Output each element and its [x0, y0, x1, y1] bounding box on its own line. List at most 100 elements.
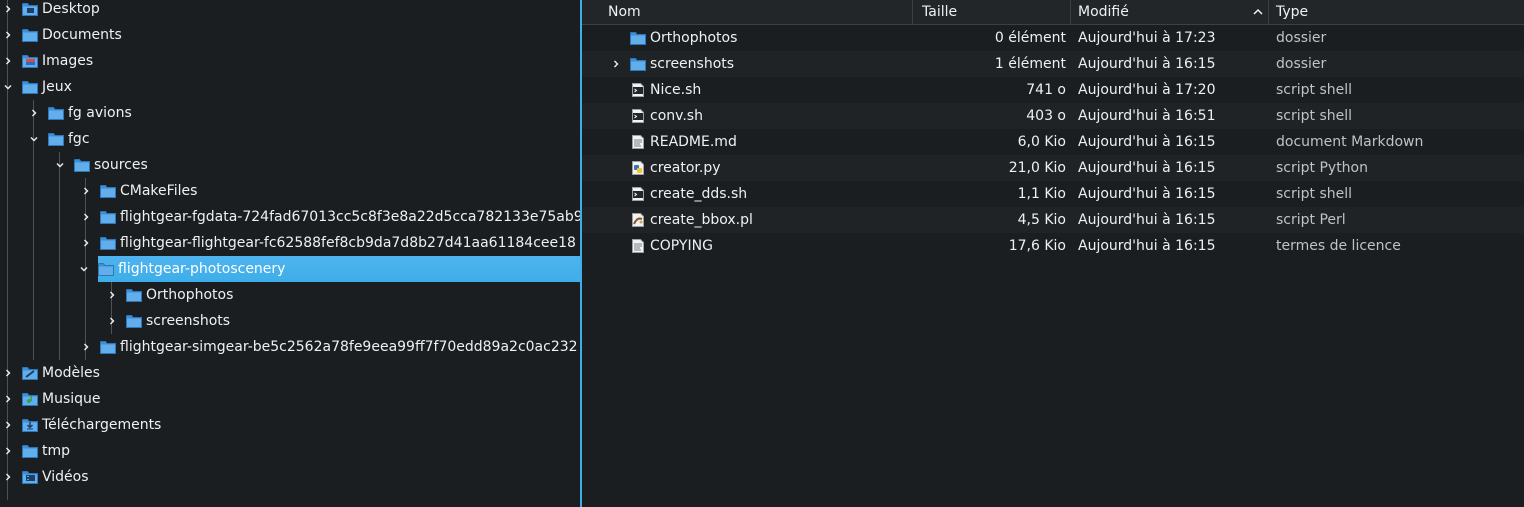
tree-item-label: Orthophotos — [146, 287, 234, 303]
tree-item[interactable]: Musique — [2, 386, 107, 412]
tree-item-label: Vidéos — [42, 469, 89, 485]
file-row[interactable]: screenshots 1 élément Aujourd'hui à 16:15 d… — [582, 51, 1524, 77]
chevron-right-icon[interactable] — [2, 55, 14, 67]
file-row[interactable]: Orthophotos 0 élément Aujourd'hui à 17:23 d… — [582, 25, 1524, 51]
file-modified: Aujourd'hui à 17:23 — [1078, 30, 1216, 46]
chevron-right-icon[interactable] — [80, 237, 92, 249]
file-row[interactable]: COPYING 17,6 Kio Aujourd'hui à 16:15 termes… — [582, 233, 1524, 259]
tree-item[interactable]: fg avions — [28, 100, 138, 126]
chevron-right-icon[interactable] — [2, 29, 14, 41]
tree-item[interactable]: Jeux — [2, 74, 78, 100]
chevron-right-icon[interactable] — [2, 3, 14, 15]
videos-folder-icon — [22, 470, 38, 484]
column-header-size[interactable]: Taille — [922, 0, 1062, 24]
file-row[interactable]: create_dds.sh 1,1 Kio Aujourd'hui à 16:15 s… — [582, 181, 1524, 207]
details-view[interactable]: Nom Taille Modifié Type Orthophotos 0 élé… — [582, 0, 1524, 507]
tree-item[interactable]: Orthophotos — [106, 282, 239, 308]
file-name-cell: Orthophotos — [610, 25, 910, 51]
file-modified: Aujourd'hui à 16:15 — [1078, 56, 1216, 72]
file-row[interactable]: README.md 6,0 Kio Aujourd'hui à 16:15 docum… — [582, 129, 1524, 155]
chevron-down-icon[interactable] — [78, 263, 90, 275]
tree-item[interactable]: flightgear-photoscenery — [80, 256, 580, 282]
file-modified: Aujourd'hui à 16:51 — [1078, 108, 1216, 124]
tree-item[interactable]: Vidéos — [2, 464, 95, 490]
folder-tree-panel[interactable]: Desktop Documents Images Jeux fg avions fgc so… — [0, 0, 580, 507]
column-separator[interactable] — [912, 0, 913, 24]
tree-item[interactable]: CMakeFiles — [80, 178, 203, 204]
chevron-right-icon[interactable] — [80, 341, 92, 353]
chevron-right-icon[interactable] — [2, 393, 14, 405]
tree-item-label: Téléchargements — [42, 417, 162, 433]
folder-icon — [630, 31, 646, 45]
tree-item[interactable]: Desktop — [2, 0, 106, 22]
templates-folder-icon — [22, 366, 38, 380]
file-modified: Aujourd'hui à 17:20 — [1078, 82, 1216, 98]
tree-item-label: Documents — [42, 27, 122, 43]
chevron-right-icon[interactable] — [80, 185, 92, 197]
pictures-folder-icon — [22, 54, 38, 68]
tree-item[interactable]: Documents — [2, 22, 128, 48]
file-type: termes de licence — [1276, 238, 1401, 254]
tree-item-label: tmp — [42, 443, 71, 459]
chevron-right-icon[interactable] — [80, 211, 92, 223]
file-name: README.md — [650, 134, 737, 150]
column-header-name-label: Nom — [608, 4, 641, 20]
file-name-cell: screenshots — [610, 51, 910, 77]
file-row[interactable]: creator.py 21,0 Kio Aujourd'hui à 16:15 scr… — [582, 155, 1524, 181]
tree-item-label: flightgear-flightgear-fc62588fef8cb9da7d… — [120, 235, 576, 251]
file-name: create_dds.sh — [650, 186, 748, 202]
markdown-file-icon — [630, 135, 646, 149]
file-name: COPYING — [650, 238, 713, 254]
file-row[interactable]: create_bbox.pl 4,5 Kio Aujourd'hui à 16:15… — [582, 207, 1524, 233]
chevron-right-icon[interactable] — [2, 445, 14, 457]
file-row[interactable]: Nice.sh 741 o Aujourd'hui à 17:20 script sh… — [582, 77, 1524, 103]
chevron-right-icon[interactable] — [106, 289, 118, 301]
file-row[interactable]: conv.sh 403 o Aujourd'hui à 16:51 script sh… — [582, 103, 1524, 129]
tree-item-label: fg avions — [68, 105, 132, 121]
chevron-right-icon[interactable] — [610, 58, 622, 70]
file-size: 741 o — [1026, 82, 1066, 98]
chevron-down-icon[interactable] — [28, 133, 40, 145]
folder-icon — [22, 28, 38, 42]
file-name-cell: create_dds.sh — [610, 181, 910, 207]
tree-item[interactable]: Téléchargements — [2, 412, 167, 438]
column-separator[interactable] — [1070, 0, 1071, 24]
folder-icon — [48, 132, 64, 146]
tree-item[interactable]: flightgear-fgdata-724fad67013cc5c8f3e8a2… — [80, 204, 580, 230]
tree-item-label: flightgear-photoscenery — [118, 261, 286, 277]
tree-item[interactable]: flightgear-flightgear-fc62588fef8cb9da7d… — [80, 230, 580, 256]
column-header-modified-label: Modifié — [1078, 4, 1129, 20]
folder-icon — [100, 210, 116, 224]
tree-item[interactable]: fgc — [28, 126, 96, 152]
chevron-right-icon[interactable] — [106, 315, 118, 327]
tree-item[interactable]: Modèles — [2, 360, 106, 386]
chevron-right-icon[interactable] — [2, 471, 14, 483]
tree-item-label: screenshots — [146, 313, 231, 329]
shell-script-icon — [630, 83, 646, 97]
tree-item-label: fgc — [68, 131, 90, 147]
column-header-type[interactable]: Type — [1276, 0, 1516, 24]
chevron-right-icon[interactable] — [2, 419, 14, 431]
file-name: Nice.sh — [650, 82, 702, 98]
column-header-modified[interactable]: Modifié — [1078, 0, 1268, 24]
chevron-down-icon[interactable] — [54, 159, 66, 171]
chevron-down-icon[interactable] — [2, 81, 14, 93]
text-file-icon — [630, 239, 646, 253]
chevron-right-icon[interactable] — [28, 107, 40, 119]
file-name: conv.sh — [650, 108, 703, 124]
column-separator[interactable] — [1268, 0, 1269, 24]
file-type: dossier — [1276, 30, 1327, 46]
tree-item[interactable]: flightgear-simgear-be5c2562a78fe9eea99ff… — [80, 334, 580, 360]
tree-item[interactable]: screenshots — [106, 308, 236, 334]
chevron-right-icon[interactable] — [2, 367, 14, 379]
file-modified: Aujourd'hui à 16:15 — [1078, 160, 1216, 176]
tree-item[interactable]: Images — [2, 48, 99, 74]
tree-item[interactable]: tmp — [2, 438, 76, 464]
column-header-name[interactable]: Nom — [608, 0, 908, 24]
tree-item[interactable]: sources — [54, 152, 154, 178]
file-modified: Aujourd'hui à 16:15 — [1078, 212, 1216, 228]
tree-item-label: Musique — [42, 391, 101, 407]
